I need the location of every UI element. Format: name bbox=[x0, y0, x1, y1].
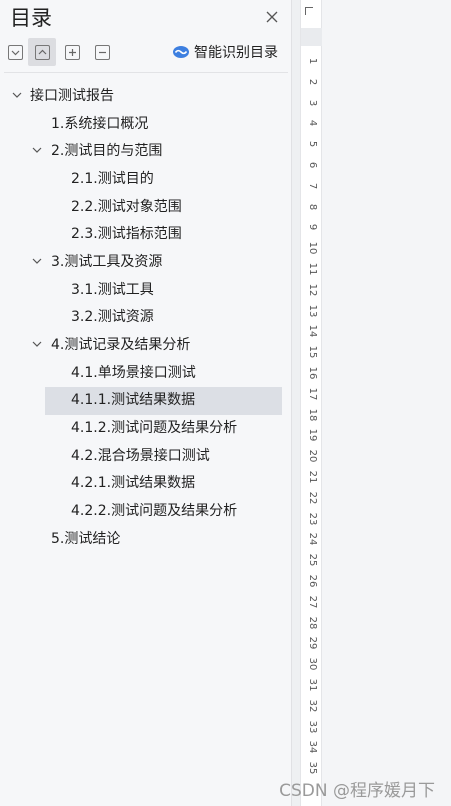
toc-item[interactable]: 4.2.混合场景接口测试 bbox=[0, 441, 292, 469]
ruler-number: 4 bbox=[307, 120, 318, 127]
ruler-number: 19 bbox=[307, 429, 318, 442]
ruler-number: 26 bbox=[307, 574, 318, 588]
ruler-number: 18 bbox=[307, 408, 318, 421]
ruler-number: 8 bbox=[307, 203, 318, 210]
ruler-number: 23 bbox=[307, 512, 318, 525]
toc-item-label: 4.2.混合场景接口测试 bbox=[71, 447, 210, 464]
toc-item[interactable]: 1.系统接口概况 bbox=[0, 109, 292, 137]
ruler-number: 29 bbox=[307, 637, 318, 650]
toc-item[interactable]: 3.2.测试资源 bbox=[0, 303, 292, 331]
ruler-number: 11 bbox=[307, 262, 318, 276]
ruler-number: 24 bbox=[307, 533, 318, 546]
toc-toolbar: 智能识别目录 bbox=[0, 38, 292, 66]
toc-item-label: 4.1.1.测试结果数据 bbox=[71, 392, 196, 409]
close-button[interactable] bbox=[262, 7, 282, 27]
toc-item-label: 3.2.测试资源 bbox=[71, 309, 154, 326]
ruler-number: 21 bbox=[307, 470, 318, 484]
toc-item-label: 接口测试报告 bbox=[30, 87, 114, 104]
document-area[interactable] bbox=[322, 0, 451, 806]
panel-gutter[interactable] bbox=[292, 0, 300, 806]
ruler-number: 20 bbox=[307, 449, 318, 463]
toc-item[interactable]: 2.2.测试对象范围 bbox=[0, 192, 292, 220]
ruler-number: 25 bbox=[307, 553, 318, 567]
expand-all-button[interactable] bbox=[28, 38, 56, 66]
ruler-number: 1 bbox=[307, 57, 318, 65]
toc-panel: 目录 智能识别目录 接口测试报告 1.系统接口概况 2.测试目的与范围 2.1.测试目… bbox=[0, 0, 292, 806]
toc-item-label: 2.测试目的与范围 bbox=[51, 143, 163, 160]
toc-item-label: 3.1.测试工具 bbox=[71, 281, 154, 298]
smart-toc-button[interactable]: 智能识别目录 bbox=[172, 41, 278, 63]
toc-item[interactable]: 4.2.1.测试结果数据 bbox=[0, 469, 292, 497]
ruler-number: 14 bbox=[307, 325, 318, 338]
toc-item[interactable]: 3.1.测试工具 bbox=[0, 275, 292, 303]
ruler-number: 15 bbox=[307, 345, 318, 359]
ruler-number: 31 bbox=[307, 678, 318, 692]
toc-item-label: 2.3.测试指标范围 bbox=[71, 226, 182, 243]
toc-item[interactable]: 4.1.2.测试问题及结果分析 bbox=[0, 413, 292, 441]
collapse-all-button[interactable] bbox=[4, 41, 26, 63]
minus-box-icon bbox=[94, 44, 110, 60]
toc-item[interactable]: 2.1.测试目的 bbox=[0, 164, 292, 192]
toc-item-label: 4.1.2.测试问题及结果分析 bbox=[71, 420, 238, 437]
toc-item-label: 4.测试记录及结果分析 bbox=[51, 337, 191, 354]
vertical-ruler: 1 2 3 4 5 6 7 8 9 10 11 12 13 14 15 16 17 18 19 20 21 22 23 24 2… bbox=[300, 0, 323, 806]
ruler-corner-icon bbox=[305, 7, 313, 15]
toc-item-label: 3.测试工具及资源 bbox=[51, 253, 163, 270]
ruler-number: 6 bbox=[307, 161, 318, 169]
add-entry-button[interactable] bbox=[61, 41, 83, 63]
ruler-number: 9 bbox=[307, 224, 318, 231]
chevron-up-box-icon bbox=[34, 44, 50, 60]
ruler-number: 5 bbox=[307, 141, 318, 148]
close-icon bbox=[266, 11, 278, 23]
toc-item[interactable]: 3.测试工具及资源 bbox=[0, 247, 292, 275]
toc-item-label: 5.测试结论 bbox=[51, 530, 121, 547]
ruler-margin-shade bbox=[301, 28, 323, 46]
toc-item-label: 2.1.测试目的 bbox=[71, 170, 154, 187]
ruler-number: 32 bbox=[307, 699, 318, 713]
toolbar-divider bbox=[4, 72, 288, 73]
ruler-number: 30 bbox=[307, 657, 318, 671]
ruler-number: 10 bbox=[307, 241, 318, 255]
ruler-number: 22 bbox=[307, 491, 318, 505]
toc-item[interactable]: 4.2.2.测试问题及结果分析 bbox=[0, 496, 292, 524]
chevron-down-box-icon bbox=[7, 44, 23, 60]
panel-title: 目录 bbox=[10, 6, 52, 30]
toc-item-label: 4.1.单场景接口测试 bbox=[71, 364, 196, 381]
toc-tree: 接口测试报告 1.系统接口概况 2.测试目的与范围 2.1.测试目的 2.2.测试对象范… bbox=[0, 81, 292, 552]
ruler-number: 2 bbox=[307, 78, 318, 85]
ruler-number: 33 bbox=[307, 720, 318, 733]
toc-item-label: 1.系统接口概况 bbox=[51, 115, 149, 132]
remove-entry-button[interactable] bbox=[91, 41, 113, 63]
toc-item-label: 4.2.1.测试结果数据 bbox=[71, 475, 196, 492]
watermark: CSDN @程序媛月下 bbox=[279, 781, 435, 801]
toc-item[interactable]: 4.测试记录及结果分析 bbox=[0, 330, 292, 358]
ruler-number: 17 bbox=[307, 387, 318, 401]
ruler-number: 12 bbox=[307, 283, 318, 297]
ruler-number: 34 bbox=[307, 741, 318, 754]
smart-recognize-icon bbox=[173, 46, 189, 58]
ruler-number: 28 bbox=[307, 616, 318, 629]
ruler-number: 3 bbox=[307, 99, 318, 106]
toc-item-label: 2.2.测试对象范围 bbox=[71, 198, 182, 215]
ruler-number: 27 bbox=[307, 595, 318, 609]
toc-item[interactable]: 接口测试报告 bbox=[0, 81, 292, 109]
toc-item[interactable]: 2.测试目的与范围 bbox=[0, 136, 292, 164]
toc-item[interactable]: 2.3.测试指标范围 bbox=[0, 219, 292, 247]
smart-toc-label: 智能识别目录 bbox=[194, 45, 278, 61]
ruler-number: 16 bbox=[307, 366, 318, 380]
toc-item[interactable]: 4.1.1.测试结果数据 bbox=[0, 386, 292, 415]
ruler-number: 7 bbox=[307, 182, 318, 189]
ruler-number: 13 bbox=[307, 304, 318, 317]
toc-item-label: 4.2.2.测试问题及结果分析 bbox=[71, 503, 238, 520]
toc-item[interactable]: 4.1.单场景接口测试 bbox=[0, 358, 292, 386]
toc-item[interactable]: 5.测试结论 bbox=[0, 524, 292, 552]
plus-box-icon bbox=[64, 44, 80, 60]
